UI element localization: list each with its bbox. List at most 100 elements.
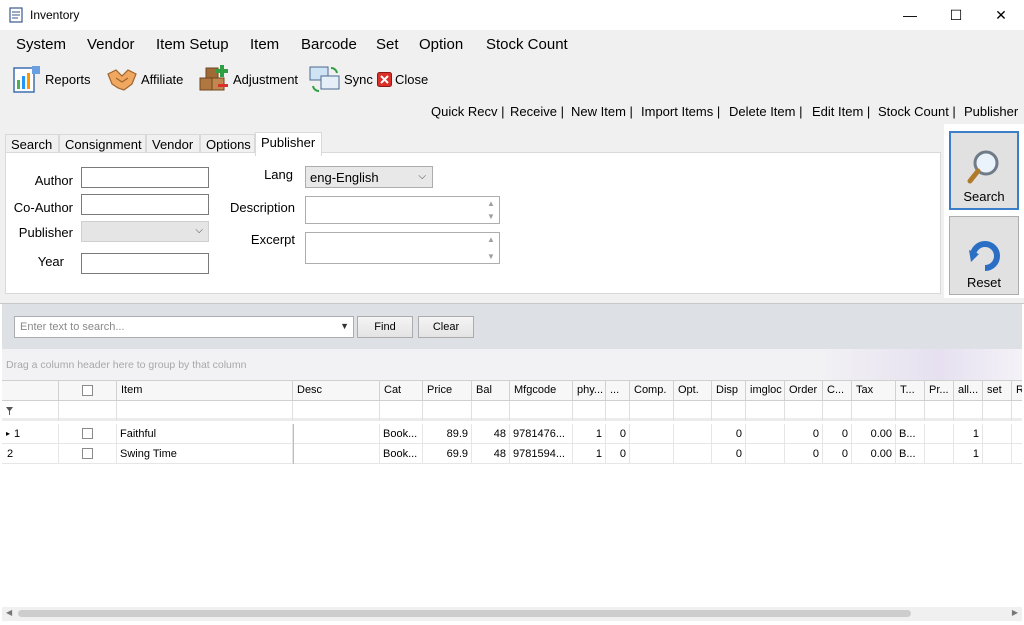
scroll-up-icon[interactable]: ▲: [487, 199, 495, 208]
header-item[interactable]: Item: [117, 381, 293, 401]
cell-opt[interactable]: [674, 444, 712, 464]
cell-t[interactable]: B...: [896, 424, 925, 444]
cell-r[interactable]: [1012, 444, 1022, 464]
row-select-cell[interactable]: [59, 424, 117, 444]
row-header[interactable]: 2: [2, 444, 59, 464]
cell-bal[interactable]: 48: [472, 424, 510, 444]
cell-item[interactable]: Faithful: [117, 424, 293, 444]
tab-publisher[interactable]: Publisher: [255, 132, 322, 156]
cell-pr[interactable]: [925, 424, 954, 444]
filter-cell-set[interactable]: [983, 401, 1012, 421]
link-publisher[interactable]: Publisher: [964, 104, 1018, 119]
filter-cell-mfgcode[interactable]: [510, 401, 573, 421]
header-r[interactable]: R: [1012, 381, 1022, 401]
filter-cell-item[interactable]: [117, 401, 293, 421]
cell-t[interactable]: B...: [896, 444, 925, 464]
reset-button[interactable]: Reset: [949, 216, 1019, 295]
author-field[interactable]: [81, 167, 209, 188]
header-mfgcode[interactable]: Mfgcode: [510, 381, 573, 401]
cell-set[interactable]: [983, 424, 1012, 444]
filter-cell-col9[interactable]: [606, 401, 630, 421]
link-stock-count[interactable]: Stock Count |: [878, 104, 956, 119]
cell-bal[interactable]: 48: [472, 444, 510, 464]
coauthor-field[interactable]: [81, 194, 209, 215]
filter-cell-comp[interactable]: [630, 401, 674, 421]
header-bal[interactable]: Bal: [472, 381, 510, 401]
cell-r[interactable]: [1012, 424, 1022, 444]
header-pr[interactable]: Pr...: [925, 381, 954, 401]
cell-imgloc[interactable]: [746, 444, 785, 464]
menu-stock-count[interactable]: Stock Count: [486, 36, 568, 53]
cell-c[interactable]: 0: [823, 424, 852, 444]
filter-cell-opt[interactable]: [674, 401, 712, 421]
excerpt-scrollbar[interactable]: ▲ ▼: [484, 233, 499, 263]
menu-item[interactable]: Item: [250, 36, 279, 53]
cell-disp[interactable]: 0: [712, 424, 746, 444]
filter-cell-tax[interactable]: [852, 401, 896, 421]
cell-col9[interactable]: 0: [606, 444, 630, 464]
year-field[interactable]: [81, 253, 209, 274]
cell-all[interactable]: 1: [954, 444, 983, 464]
table-row[interactable]: 2 Swing Time Book... 69.9 48 9781594... …: [2, 444, 1022, 464]
header-opt[interactable]: Opt.: [674, 381, 712, 401]
cell-disp[interactable]: 0: [712, 444, 746, 464]
menu-system[interactable]: System: [16, 36, 66, 53]
header-cat[interactable]: Cat: [380, 381, 423, 401]
clear-button[interactable]: Clear: [418, 316, 474, 338]
row-checkbox[interactable]: [82, 428, 93, 439]
cell-desc[interactable]: [293, 444, 380, 464]
sync-button[interactable]: Sync: [309, 60, 373, 98]
cell-cat[interactable]: Book...: [380, 444, 423, 464]
header-all[interactable]: all...: [954, 381, 983, 401]
cell-order[interactable]: 0: [785, 424, 823, 444]
header-order[interactable]: Order: [785, 381, 823, 401]
cell-phy[interactable]: 1: [573, 444, 606, 464]
cell-desc[interactable]: [293, 424, 380, 444]
chevron-down-icon[interactable]: ▼: [340, 321, 349, 331]
header-comp[interactable]: Comp.: [630, 381, 674, 401]
cell-tax[interactable]: 0.00: [852, 444, 896, 464]
filter-cell-disp[interactable]: [712, 401, 746, 421]
filter-cell-all[interactable]: [954, 401, 983, 421]
cell-mfgcode[interactable]: 9781594...: [510, 444, 573, 464]
header-set[interactable]: set: [983, 381, 1012, 401]
cell-tax[interactable]: 0.00: [852, 424, 896, 444]
filter-cell-phy[interactable]: [573, 401, 606, 421]
filter-cell-t[interactable]: [896, 401, 925, 421]
grid-search-input[interactable]: Enter text to search... ▼: [14, 316, 354, 338]
scroll-right-icon[interactable]: ▶: [1012, 608, 1018, 617]
link-import-items[interactable]: Import Items |: [641, 104, 720, 119]
link-receive[interactable]: Receive |: [510, 104, 564, 119]
cell-order[interactable]: 0: [785, 444, 823, 464]
menu-barcode[interactable]: Barcode: [301, 36, 357, 53]
header-col9[interactable]: ...: [606, 381, 630, 401]
header-tax[interactable]: Tax: [852, 381, 896, 401]
lang-select[interactable]: eng-English ⌵: [305, 166, 433, 188]
cell-imgloc[interactable]: [746, 424, 785, 444]
filter-cell-cat[interactable]: [380, 401, 423, 421]
table-row[interactable]: ▸ 1 Faithful Book... 89.9 48 9781476... …: [2, 424, 1022, 444]
row-select-cell[interactable]: [59, 444, 117, 464]
header-imgloc[interactable]: imgloc: [746, 381, 785, 401]
cell-comp[interactable]: [630, 444, 674, 464]
header-price[interactable]: Price: [423, 381, 472, 401]
row-header[interactable]: ▸ 1: [2, 424, 59, 444]
menu-set[interactable]: Set: [376, 36, 399, 53]
cell-item[interactable]: Swing Time: [117, 444, 293, 464]
menu-vendor[interactable]: Vendor: [87, 36, 135, 53]
description-scrollbar[interactable]: ▲ ▼: [484, 197, 499, 223]
close-window-button[interactable]: ✕: [978, 0, 1024, 30]
find-button[interactable]: Find: [357, 316, 413, 338]
link-edit-item[interactable]: Edit Item |: [812, 104, 870, 119]
cell-price[interactable]: 69.9: [423, 444, 472, 464]
cell-cat[interactable]: Book...: [380, 424, 423, 444]
cell-mfgcode[interactable]: 9781476...: [510, 424, 573, 444]
link-delete-item[interactable]: Delete Item |: [729, 104, 802, 119]
link-new-item[interactable]: New Item |: [571, 104, 633, 119]
header-disp[interactable]: Disp: [712, 381, 746, 401]
scroll-down-icon[interactable]: ▼: [487, 212, 495, 221]
filter-cell-c[interactable]: [823, 401, 852, 421]
affiliate-button[interactable]: Affiliate: [106, 60, 183, 98]
search-button[interactable]: Search: [949, 131, 1019, 210]
publisher-select[interactable]: ⌵: [81, 221, 209, 242]
